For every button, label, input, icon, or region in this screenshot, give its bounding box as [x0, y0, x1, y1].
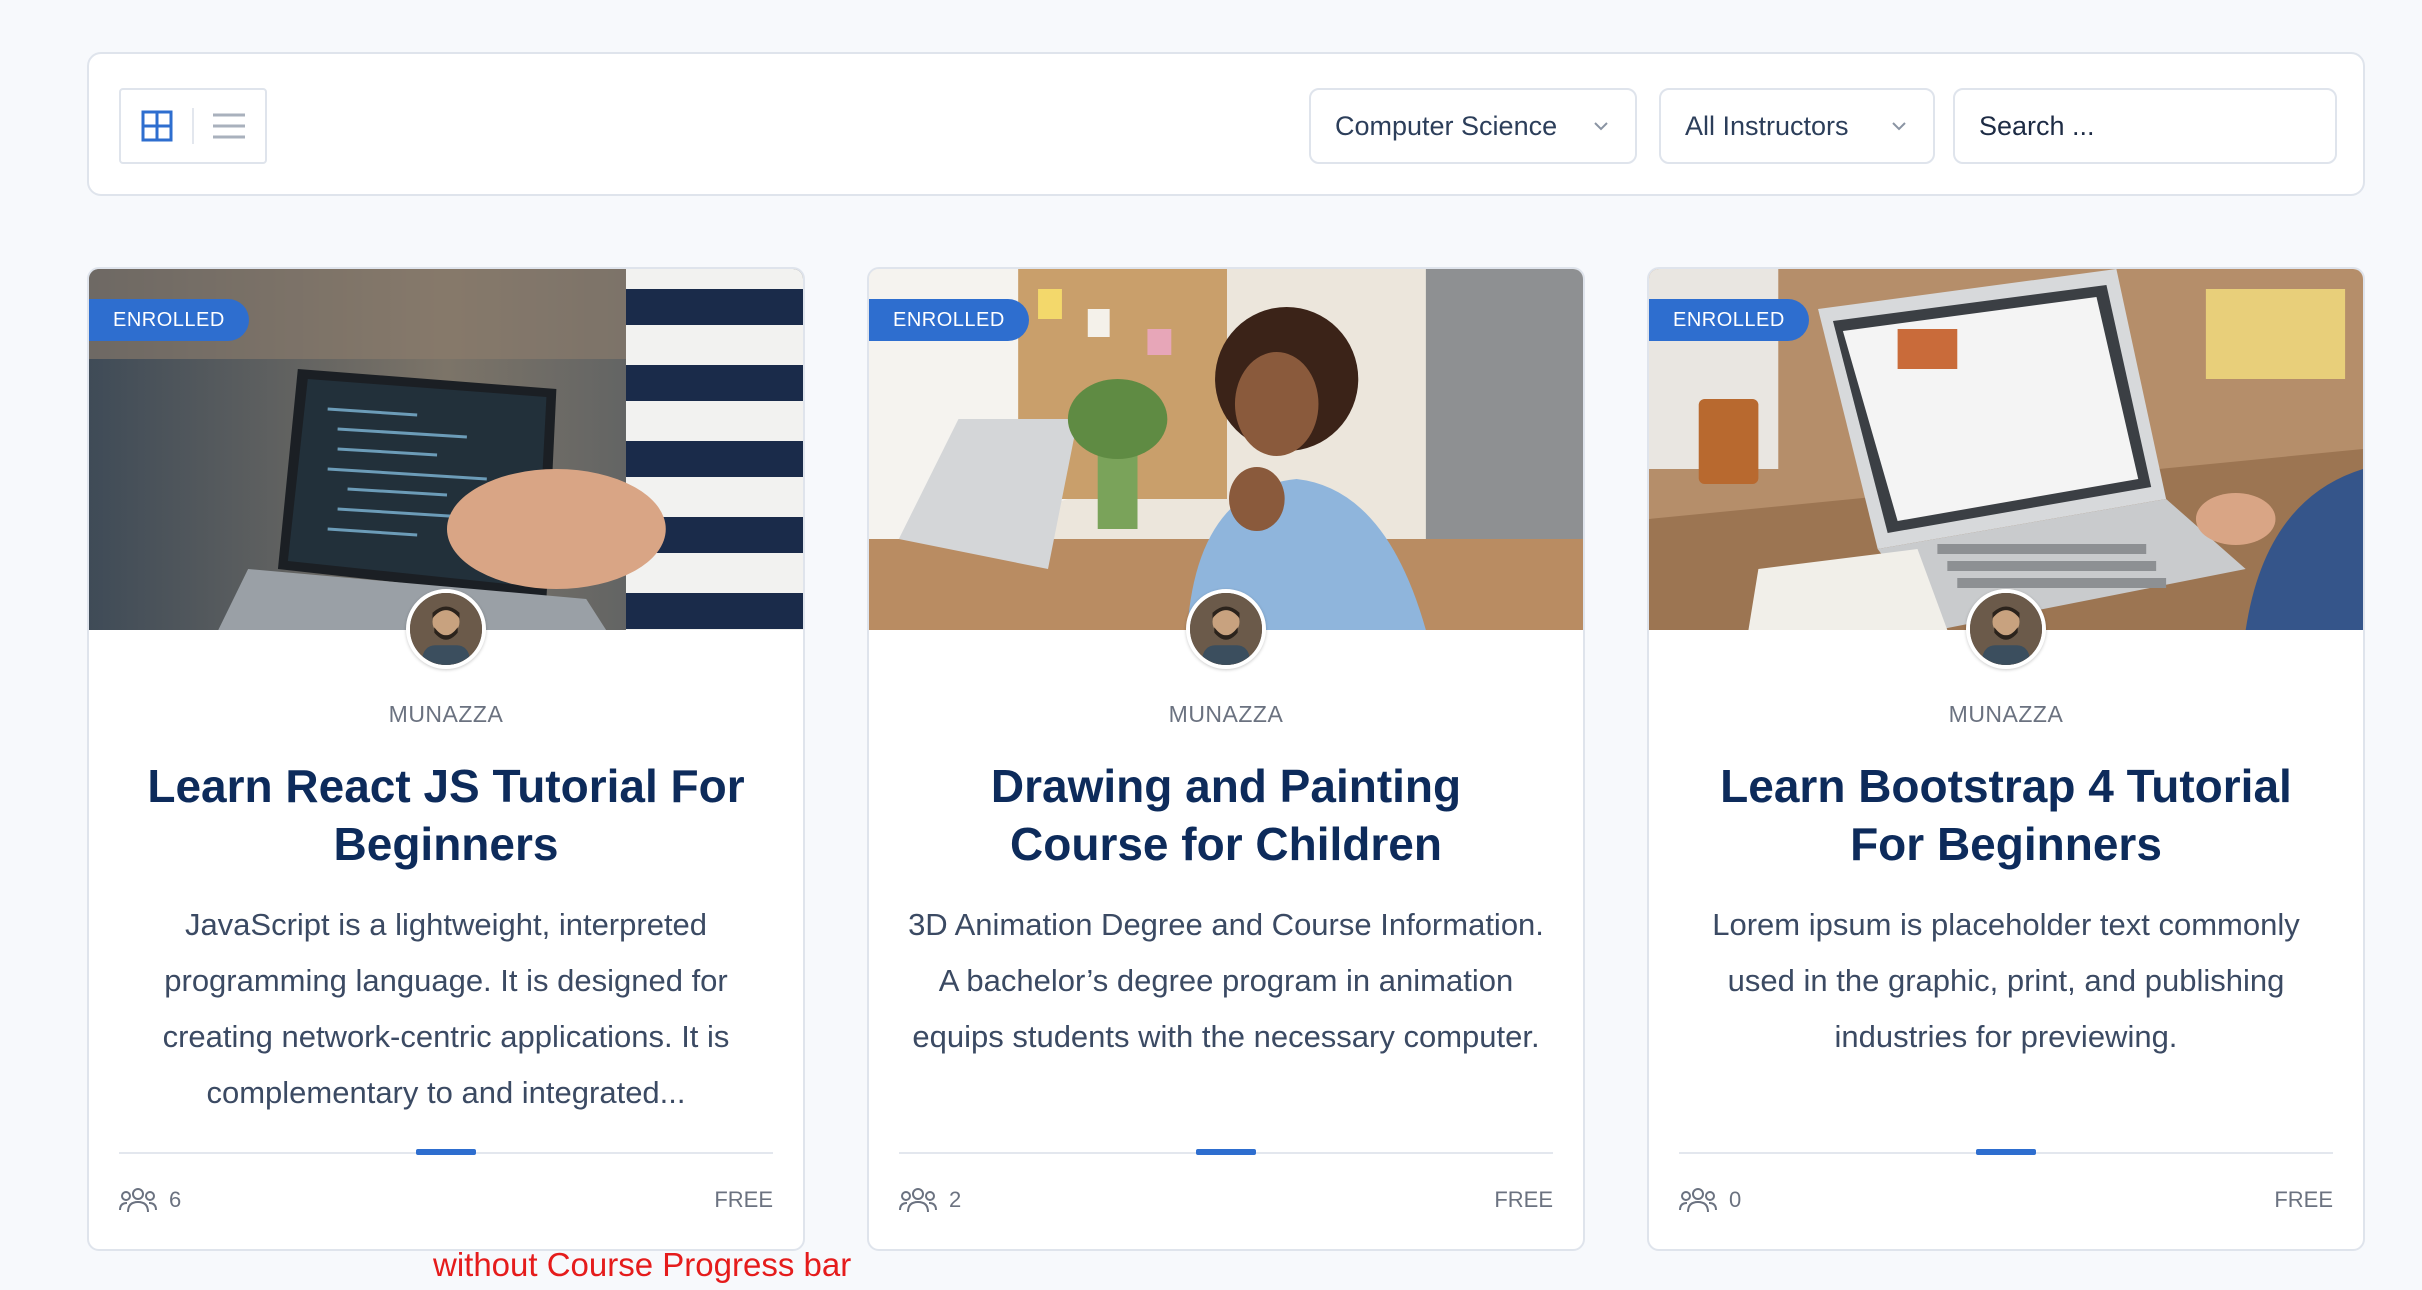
instructor-avatar[interactable]	[1966, 589, 2046, 669]
students-count: 2	[899, 1186, 961, 1214]
course-price: FREE	[2274, 1187, 2333, 1212]
course-price: FREE	[1494, 1187, 1553, 1212]
view-toggle	[119, 88, 267, 164]
course-thumbnail[interactable]: ENROLLED	[869, 269, 1583, 630]
instructor-select[interactable]: All Instructors	[1659, 88, 1935, 164]
users-icon	[1679, 1188, 1717, 1213]
course-price: FREE	[714, 1187, 773, 1212]
students-count: 0	[1679, 1186, 1741, 1214]
card-footer: 6 FREE	[119, 1186, 773, 1214]
students-count: 6	[119, 1186, 181, 1214]
instructor-name[interactable]: MUNAZZA	[869, 701, 1583, 728]
instructor-name[interactable]: MUNAZZA	[1649, 701, 2363, 728]
search-box	[1953, 88, 2337, 164]
grid-icon	[141, 110, 172, 142]
enrolled-badge: ENROLLED	[869, 299, 1029, 341]
avatar-image	[1970, 593, 2042, 665]
course-thumbnail[interactable]: ENROLLED	[89, 269, 803, 630]
divider-accent	[1196, 1149, 1256, 1155]
divider-accent	[416, 1149, 476, 1155]
annotation-note: without Course Progress bar	[433, 1246, 852, 1283]
students-count-value: 2	[949, 1187, 962, 1212]
instructor-avatar[interactable]	[1186, 589, 1266, 669]
users-icon	[899, 1188, 937, 1213]
avatar-image	[410, 593, 482, 665]
search-input[interactable]	[1979, 110, 2333, 142]
course-card[interactable]: ENROLLED MUNAZZA Learn React JS Tutorial…	[87, 267, 805, 1251]
instructor-select-value: All Instructors	[1685, 110, 1849, 141]
category-select-value: Computer Science	[1335, 110, 1558, 141]
course-description: Lorem ipsum is placeholder text commonly…	[1712, 907, 2300, 1054]
enrolled-badge: ENROLLED	[1649, 299, 1809, 341]
course-card[interactable]: ENROLLED MUNAZZA Drawing and Painting Co…	[867, 267, 1585, 1251]
course-title[interactable]: Learn Bootstrap 4 Tutorial For Beginners	[1689, 757, 2323, 873]
course-card[interactable]: ENROLLED MUNAZZA Learn Bootstrap 4 Tutor…	[1647, 267, 2365, 1251]
course-title[interactable]: Learn React JS Tutorial For Beginners	[129, 757, 763, 873]
course-filter-toolbar: Computer Science All Instructors	[87, 52, 2365, 196]
chevron-down-icon	[1594, 122, 1608, 131]
students-count-value: 0	[1729, 1187, 1742, 1212]
instructor-name[interactable]: MUNAZZA	[89, 701, 803, 728]
grid-view-button[interactable]	[121, 90, 192, 162]
course-thumbnail[interactable]: ENROLLED	[1649, 269, 2363, 630]
divider-accent	[1976, 1149, 2036, 1155]
list-view-button[interactable]	[194, 90, 265, 162]
instructor-avatar[interactable]	[406, 589, 486, 669]
enrolled-badge: ENROLLED	[89, 299, 249, 341]
card-footer: 0 FREE	[1679, 1186, 2333, 1214]
chevron-down-icon	[1892, 122, 1906, 131]
course-description: 3D Animation Degree and Course Informati…	[908, 907, 1544, 1054]
students-count-value: 6	[169, 1187, 182, 1212]
card-footer: 2 FREE	[899, 1186, 1553, 1214]
category-select[interactable]: Computer Science	[1309, 88, 1637, 164]
avatar-image	[1190, 593, 1262, 665]
list-icon	[213, 113, 246, 139]
users-icon	[119, 1188, 157, 1213]
course-title[interactable]: Drawing and Painting Course for Children	[909, 757, 1543, 873]
course-description: JavaScript is a lightweight, interpreted…	[162, 907, 730, 1110]
